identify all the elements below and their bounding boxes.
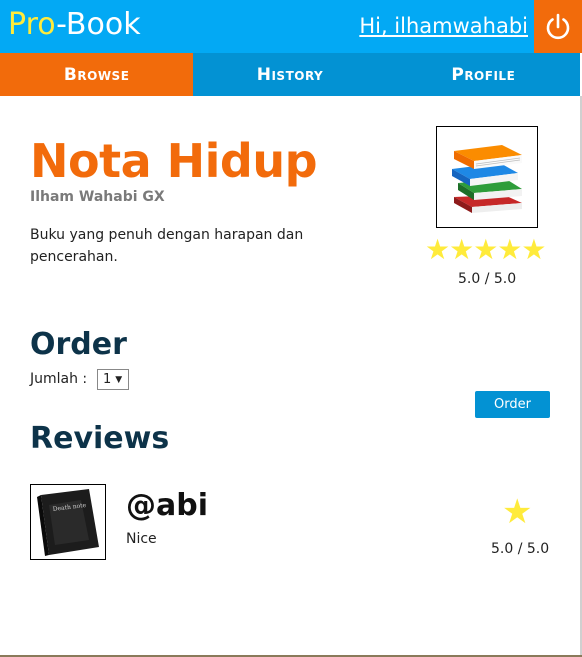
death-note-book-icon: Death note (31, 485, 105, 559)
logo-separator: - (56, 7, 66, 42)
book-rating-text: 5.0 / 5.0 (458, 271, 517, 287)
book-description: Buku yang penuh dengan harapan dan pence… (30, 227, 304, 265)
order-heading: Order (30, 327, 127, 362)
logo-book-text: Book (65, 7, 141, 42)
top-bar: Pro-Book Hi, ilhamwahabi (0, 0, 582, 53)
books-stack-icon (452, 145, 522, 213)
tab-profile[interactable]: Profile (386, 53, 580, 96)
review-avatar: Death note (30, 484, 106, 560)
user-greeting-link[interactable]: Hi, ilhamwahabi (359, 14, 528, 38)
tab-browse[interactable]: Browse (0, 53, 194, 96)
dropdown-arrow-icon: ▼ (115, 374, 123, 385)
review-username: @abi (126, 488, 209, 523)
book-title: Nota Hidup (30, 134, 318, 188)
quantity-select[interactable]: 1 ▼ (97, 369, 129, 390)
review-star-icon: ★ (502, 492, 533, 532)
book-cover (436, 126, 538, 228)
logo-pro-text: Pro (8, 7, 57, 42)
quantity-label: Jumlah : (30, 371, 88, 387)
order-button[interactable]: Order (475, 391, 550, 418)
quantity-value: 1 (103, 372, 112, 387)
app-logo[interactable]: Pro-Book (8, 6, 141, 44)
book-author: Ilham Wahabi GX (30, 189, 165, 205)
logout-button[interactable] (534, 0, 582, 53)
nav-tabs: Browse History Profile (0, 53, 580, 96)
book-rating-stars: ★★★★★ (425, 233, 547, 266)
review-text: Nice (126, 531, 157, 547)
tab-history[interactable]: History (193, 53, 387, 96)
power-icon (546, 13, 570, 39)
review-rating-text: 5.0 / 5.0 (491, 541, 550, 557)
reviews-heading: Reviews (30, 421, 170, 456)
